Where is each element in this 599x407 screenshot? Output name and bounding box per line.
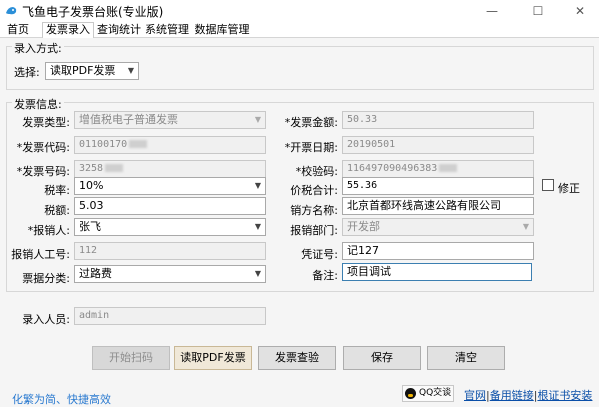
invoice-type-label: 发票类型: <box>22 116 70 129</box>
qq-penguin-icon <box>405 388 416 399</box>
window-title: 飞鱼电子发票台账(专业版) <box>22 5 164 19</box>
invoice-code-label: *发票代码: <box>16 141 70 154</box>
official-site-link[interactable]: 官网 <box>464 389 486 402</box>
tax-amount-label: 税额: <box>44 204 70 217</box>
close-button[interactable]: ✕ <box>566 2 594 20</box>
tax-rate-label: 税率: <box>44 184 70 197</box>
app-icon <box>6 7 17 15</box>
invoice-number-field[interactable]: 3258 <box>74 160 266 178</box>
redaction-blur <box>105 164 124 172</box>
save-button[interactable]: 保存 <box>343 346 421 370</box>
bill-category-value: 过路费 <box>79 267 112 280</box>
redaction-blur <box>439 164 458 172</box>
tab-database-admin[interactable]: 数据库管理 <box>193 23 251 38</box>
check-code-field[interactable]: 116497090496383 <box>342 160 534 178</box>
voucher-label: 凭证号: <box>301 248 338 261</box>
minimize-button[interactable]: — <box>478 2 506 20</box>
read-pdf-button[interactable]: 读取PDF发票 <box>174 346 252 370</box>
invoice-code-value: 01100170 <box>79 139 128 150</box>
select-label: 选择: <box>14 66 40 79</box>
modify-label: 修正 <box>558 182 580 195</box>
qq-chat-button[interactable]: QQ交谈 <box>402 385 454 402</box>
chevron-down-icon: ▼ <box>254 115 261 124</box>
invoice-number-value: 3258 <box>79 163 104 174</box>
entry-person-label: 录入人员: <box>22 313 70 326</box>
remark-label: 备注: <box>312 269 338 282</box>
reporter-label: *报销人: <box>27 224 70 237</box>
bill-category-select[interactable]: 过路费 ▼ <box>74 265 266 283</box>
department-label: 报销部门: <box>290 224 338 237</box>
check-code-value: 116497090496383 <box>347 163 438 174</box>
start-scan-button[interactable]: 开始扫码 <box>92 346 170 370</box>
invoice-code-field[interactable]: 01100170 <box>74 136 266 154</box>
voucher-field[interactable]: 记127 <box>342 242 534 260</box>
chevron-down-icon: ▼ <box>254 181 261 190</box>
tab-query-stats[interactable]: 查询统计 <box>96 23 142 38</box>
tax-rate-value: 10% <box>79 179 104 192</box>
chevron-down-icon: ▼ <box>127 66 134 75</box>
input-method-select-value: 读取PDF发票 <box>50 64 116 77</box>
chevron-down-icon: ▼ <box>254 222 261 231</box>
tab-home[interactable]: 首页 <box>4 23 32 38</box>
invoice-type-value: 增值税电子普通发票 <box>79 113 178 126</box>
modify-checkbox[interactable] <box>542 179 554 191</box>
issue-date-label: *开票日期: <box>284 141 338 154</box>
entry-person-field[interactable]: admin <box>74 307 266 325</box>
invoice-amount-field[interactable]: 50.33 <box>342 111 534 129</box>
invoice-type-select[interactable]: 增值税电子普通发票 ▼ <box>74 111 266 129</box>
slogan-text: 化繁为简、快捷高效 <box>12 393 111 406</box>
reporter-value: 张飞 <box>79 220 101 233</box>
issue-date-field[interactable]: 20190501 <box>342 136 534 154</box>
seller-label: 销方名称: <box>290 204 338 217</box>
root-cert-link[interactable]: 根证书安装 <box>537 389 592 402</box>
maximize-button[interactable]: ☐ <box>524 2 552 20</box>
backup-link[interactable]: 备用链接 <box>490 389 534 402</box>
total-price-field[interactable]: 55.36 <box>342 177 534 195</box>
chevron-down-icon: ▼ <box>254 269 261 278</box>
title-bar: 飞鱼电子发票台账(专业版) — ☐ ✕ <box>0 0 599 22</box>
input-method-select[interactable]: 读取PDF发票 ▼ <box>45 62 139 80</box>
seller-field[interactable]: 北京首都环线高速公路有限公司 <box>342 197 534 215</box>
input-method-legend: 录入方式: <box>12 40 64 56</box>
chevron-down-icon: ▼ <box>522 222 529 231</box>
verify-invoice-button[interactable]: 发票查验 <box>258 346 336 370</box>
reporter-id-label: 报销人工号: <box>11 248 70 261</box>
bill-category-label: 票据分类: <box>22 272 70 285</box>
total-price-label: 价税合计: <box>290 184 338 197</box>
redaction-blur <box>129 140 148 148</box>
tab-system-admin[interactable]: 系统管理 <box>144 23 190 38</box>
reporter-select[interactable]: 张飞 ▼ <box>74 218 266 236</box>
invoice-amount-label: *发票金额: <box>284 116 338 129</box>
reporter-id-field[interactable]: 112 <box>74 242 266 260</box>
clear-button[interactable]: 清空 <box>427 346 505 370</box>
qq-chat-label: QQ交谈 <box>419 388 452 398</box>
department-value: 开发部 <box>347 220 380 233</box>
tax-amount-field[interactable]: 5.03 <box>74 197 266 215</box>
tax-rate-select[interactable]: 10% ▼ <box>74 177 266 195</box>
check-code-label: *校验码: <box>295 165 338 178</box>
footer-links: 官网|备用链接|根证书安装 <box>464 387 592 403</box>
tab-bar: 首页 发票录入 查询统计 系统管理 数据库管理 <box>0 22 599 39</box>
invoice-info-legend: 发票信息: <box>12 96 64 112</box>
remark-field[interactable]: 项目调试 <box>342 263 532 281</box>
invoice-number-label: *发票号码: <box>16 165 70 178</box>
tab-invoice-entry[interactable]: 发票录入 <box>42 22 94 39</box>
department-select[interactable]: 开发部 ▼ <box>342 218 534 236</box>
